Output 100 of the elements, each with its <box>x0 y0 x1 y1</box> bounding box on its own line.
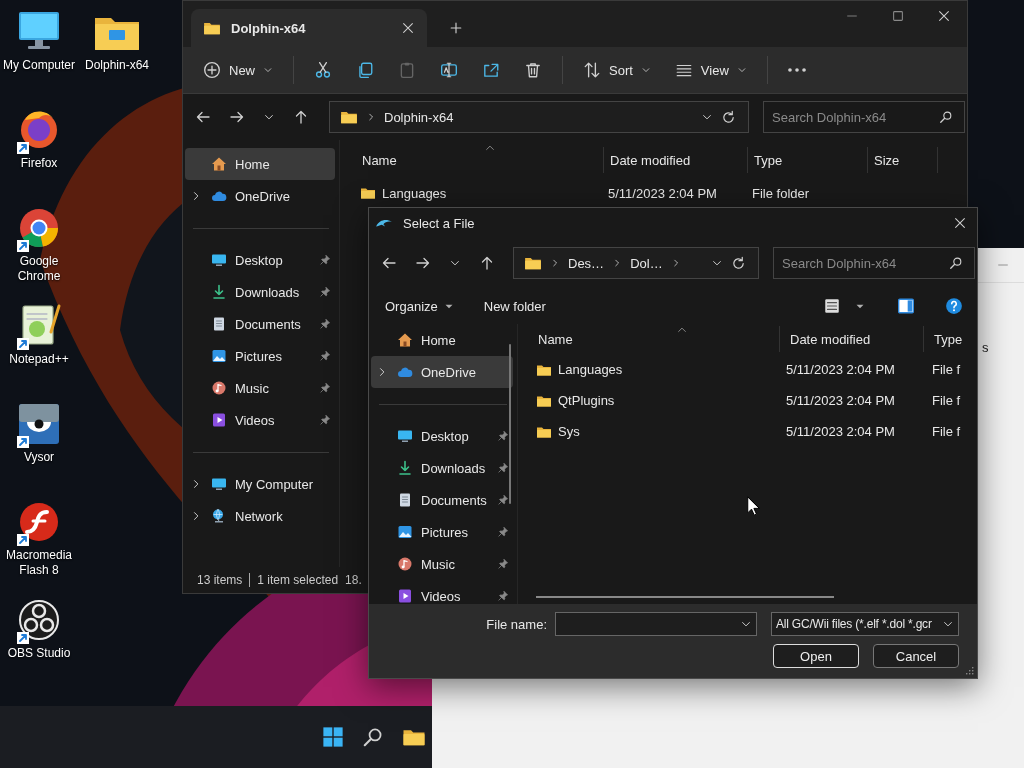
nav-item[interactable]: My Computer <box>185 468 335 500</box>
document-icon <box>211 316 227 332</box>
clipboard-icon <box>398 61 416 79</box>
pin-icon <box>319 318 331 330</box>
nav-item[interactable]: Documents <box>371 484 513 516</box>
nav-item[interactable]: Music <box>371 548 513 580</box>
window-tab[interactable]: Dolphin-x64 <box>191 9 427 47</box>
type-cell-text: File f <box>931 393 962 408</box>
nav-item[interactable]: Documents <box>185 308 335 340</box>
rename-icon <box>440 61 458 79</box>
nav-item[interactable]: Downloads <box>371 452 513 484</box>
search-icon <box>939 110 953 124</box>
search-field[interactable]: Search Dolphin-x64 <box>773 247 975 279</box>
column-header[interactable]: Size <box>868 147 938 173</box>
forward-arrow-icon[interactable] <box>229 109 245 125</box>
open-button[interactable]: Open <box>773 644 859 668</box>
desktop-icon-label[interactable]: Google Chrome <box>1 254 77 284</box>
home-icon <box>397 332 413 348</box>
nav-item[interactable]: OneDrive <box>371 356 513 388</box>
desktop-icon-label[interactable]: My Computer <box>3 58 75 73</box>
chevron-down-icon <box>736 65 747 75</box>
nav-item[interactable]: Home <box>371 324 513 356</box>
monitor-icon <box>211 476 227 492</box>
nav-item[interactable]: Downloads <box>185 276 335 308</box>
music-note-icon <box>397 556 413 572</box>
back-arrow-icon[interactable] <box>195 109 211 125</box>
nav-item[interactable]: Desktop <box>185 244 335 276</box>
organize-button[interactable]: Organize <box>377 294 464 318</box>
close-icon[interactable] <box>401 21 415 35</box>
back-arrow-icon[interactable] <box>381 255 397 271</box>
up-arrow-icon[interactable] <box>293 109 309 125</box>
cancel-button[interactable]: Cancel <box>873 644 959 668</box>
new-tab-icon[interactable] <box>449 21 463 35</box>
search-field[interactable]: Search Dolphin-x64 <box>763 101 965 133</box>
maximize-icon[interactable] <box>891 9 905 23</box>
start-icon[interactable] <box>322 726 344 748</box>
help-icon[interactable] <box>945 297 963 315</box>
nav-item[interactable]: Videos <box>371 580 513 604</box>
file-name: QtPlugins <box>558 393 615 408</box>
up-arrow-icon[interactable] <box>479 255 495 271</box>
desktop-icon-label[interactable]: Firefox <box>20 156 58 171</box>
file-name-label: File name: <box>486 616 547 632</box>
desktop-icon-label[interactable]: Macromedia Flash 8 <box>1 548 77 578</box>
video-icon <box>397 588 413 604</box>
refresh-icon[interactable] <box>731 255 746 271</box>
column-header[interactable]: Date modified <box>780 326 924 352</box>
search-icon[interactable] <box>362 726 384 748</box>
file-type-dropdown[interactable]: All GC/Wii files (*.elf *.dol *.gcr <box>771 612 959 636</box>
desktop-icon-label[interactable]: Notepad++ <box>9 352 69 367</box>
list-lines-button[interactable]: View <box>664 55 757 85</box>
resize-grip-icon <box>963 664 975 676</box>
type-cell-text: File folder <box>751 185 811 201</box>
type-cell-text: File f <box>931 424 962 439</box>
nav-item[interactable]: Pictures <box>371 516 513 548</box>
status-text: 1 item selected <box>257 573 339 587</box>
pin-icon <box>319 382 331 394</box>
chevron-right-icon <box>366 112 376 122</box>
column-header[interactable]: Type <box>748 147 868 173</box>
date-cell-text: 5/11/2023 2:04 PM <box>607 185 718 201</box>
nav-item[interactable]: Videos <box>185 404 335 436</box>
sort-arrows-button[interactable]: Sort <box>573 55 661 85</box>
address-bar[interactable]: Dolphin-x64 <box>329 101 749 133</box>
close-icon[interactable] <box>937 9 951 23</box>
file-name-field[interactable] <box>555 612 757 636</box>
desktop-icon-label[interactable]: Dolphin-x64 <box>84 58 149 73</box>
music-note-icon <box>211 380 227 396</box>
refresh-icon[interactable] <box>721 109 736 125</box>
download-icon <box>397 460 413 476</box>
plus-circle-button[interactable]: New <box>193 55 283 85</box>
scrollbar[interactable] <box>509 344 511 504</box>
forward-arrow-icon[interactable] <box>415 255 431 271</box>
more-icon <box>787 68 806 72</box>
scrollbar[interactable] <box>536 596 834 598</box>
nav-item[interactable]: Network <box>185 500 335 532</box>
scissors-icon <box>314 61 332 79</box>
dialog-title: Select a File <box>403 215 475 231</box>
address-bar[interactable]: Des… Dol… <box>513 247 759 279</box>
notepad-icon[interactable] <box>15 302 63 350</box>
nav-item[interactable]: Home <box>185 148 335 180</box>
nav-item[interactable]: OneDrive <box>185 180 335 212</box>
nav-item[interactable]: Music <box>185 372 335 404</box>
file-name: Sys <box>558 424 580 439</box>
status-text: 13 items <box>197 573 243 587</box>
desktop-icon-label[interactable]: OBS Studio <box>7 646 71 661</box>
column-header[interactable]: Name <box>356 147 604 173</box>
close-icon[interactable] <box>953 216 967 230</box>
new-folder-button[interactable]: New folder <box>475 294 554 318</box>
column-header[interactable]: Date modified <box>604 147 748 173</box>
share-icon <box>482 61 500 79</box>
nav-item[interactable]: Pictures <box>185 340 335 372</box>
list-view-icon[interactable] <box>823 297 841 315</box>
desktop-icon-label[interactable]: Vysor <box>23 450 55 465</box>
date-cell-text: 5/11/2023 2:04 PM <box>785 424 896 439</box>
pin-icon <box>497 430 509 442</box>
window-text: s <box>982 340 989 355</box>
column-header[interactable]: Type <box>924 326 974 352</box>
nav-item[interactable]: Desktop <box>371 420 513 452</box>
column-header[interactable]: Name <box>528 326 780 352</box>
trash-icon <box>524 61 542 79</box>
preview-pane-icon[interactable] <box>897 297 915 315</box>
